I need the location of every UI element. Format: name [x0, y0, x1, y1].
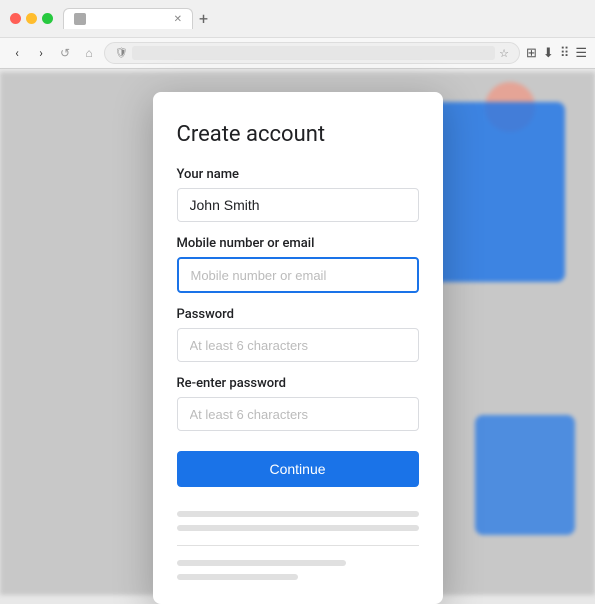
email-field-group: Mobile number or email — [177, 236, 419, 293]
traffic-lights — [10, 13, 53, 24]
create-account-modal: Create account Your name Mobile number o… — [153, 92, 443, 604]
name-field-group: Your name — [177, 167, 419, 222]
new-tab-button[interactable]: + — [193, 9, 214, 28]
email-input[interactable] — [177, 257, 419, 293]
ph-divider — [177, 545, 419, 546]
email-label: Mobile number or email — [177, 236, 419, 251]
maximize-window-button[interactable] — [42, 13, 53, 24]
password-input[interactable] — [177, 328, 419, 362]
home-button[interactable]: ⌂ — [80, 44, 98, 62]
forward-button[interactable]: › — [32, 44, 50, 62]
minimize-window-button[interactable] — [26, 13, 37, 24]
modal-overlay: Create account Your name Mobile number o… — [0, 72, 595, 595]
password-label: Password — [177, 307, 419, 322]
repassword-label: Re-enter password — [177, 376, 419, 391]
download-icon[interactable]: ⬇ — [543, 46, 554, 61]
bottom-placeholder-lines — [177, 511, 419, 580]
name-label: Your name — [177, 167, 419, 182]
menu-icon[interactable]: ☰ — [575, 46, 587, 61]
ph-line-3 — [177, 560, 346, 566]
title-bar: ✕ + — [0, 0, 595, 37]
back-button[interactable]: ‹ — [8, 44, 26, 62]
star-icon: ☆ — [499, 47, 509, 60]
refresh-button[interactable]: ↺ — [56, 44, 74, 62]
repassword-field-group: Re-enter password — [177, 376, 419, 431]
ph-line-4 — [177, 574, 298, 580]
address-text — [132, 46, 495, 60]
close-window-button[interactable] — [10, 13, 21, 24]
password-field-group: Password — [177, 307, 419, 362]
browser-chrome: ✕ + ‹ › ↺ ⌂ 🛡 ☆ ⊞ ⬇ ⠿ ☰ — [0, 0, 595, 69]
repassword-input[interactable] — [177, 397, 419, 431]
close-tab-button[interactable]: ✕ — [174, 14, 182, 25]
apps-icon[interactable]: ⠿ — [560, 46, 570, 61]
continue-button[interactable]: Continue — [177, 451, 419, 487]
extensions-icon[interactable]: ⊞ — [526, 46, 537, 61]
modal-title: Create account — [177, 122, 419, 147]
shield-icon: 🛡 — [115, 48, 128, 59]
address-bar[interactable]: 🛡 ☆ — [104, 42, 520, 64]
nav-bar: ‹ › ↺ ⌂ 🛡 ☆ ⊞ ⬇ ⠿ ☰ — [0, 37, 595, 68]
tab-favicon-icon — [74, 13, 86, 25]
name-input[interactable] — [177, 188, 419, 222]
ph-line-1 — [177, 511, 419, 517]
nav-right-icons: ⊞ ⬇ ⠿ ☰ — [526, 46, 587, 61]
ph-line-2 — [177, 525, 419, 531]
active-tab[interactable]: ✕ — [63, 8, 193, 29]
tab-bar: ✕ + — [63, 8, 214, 29]
